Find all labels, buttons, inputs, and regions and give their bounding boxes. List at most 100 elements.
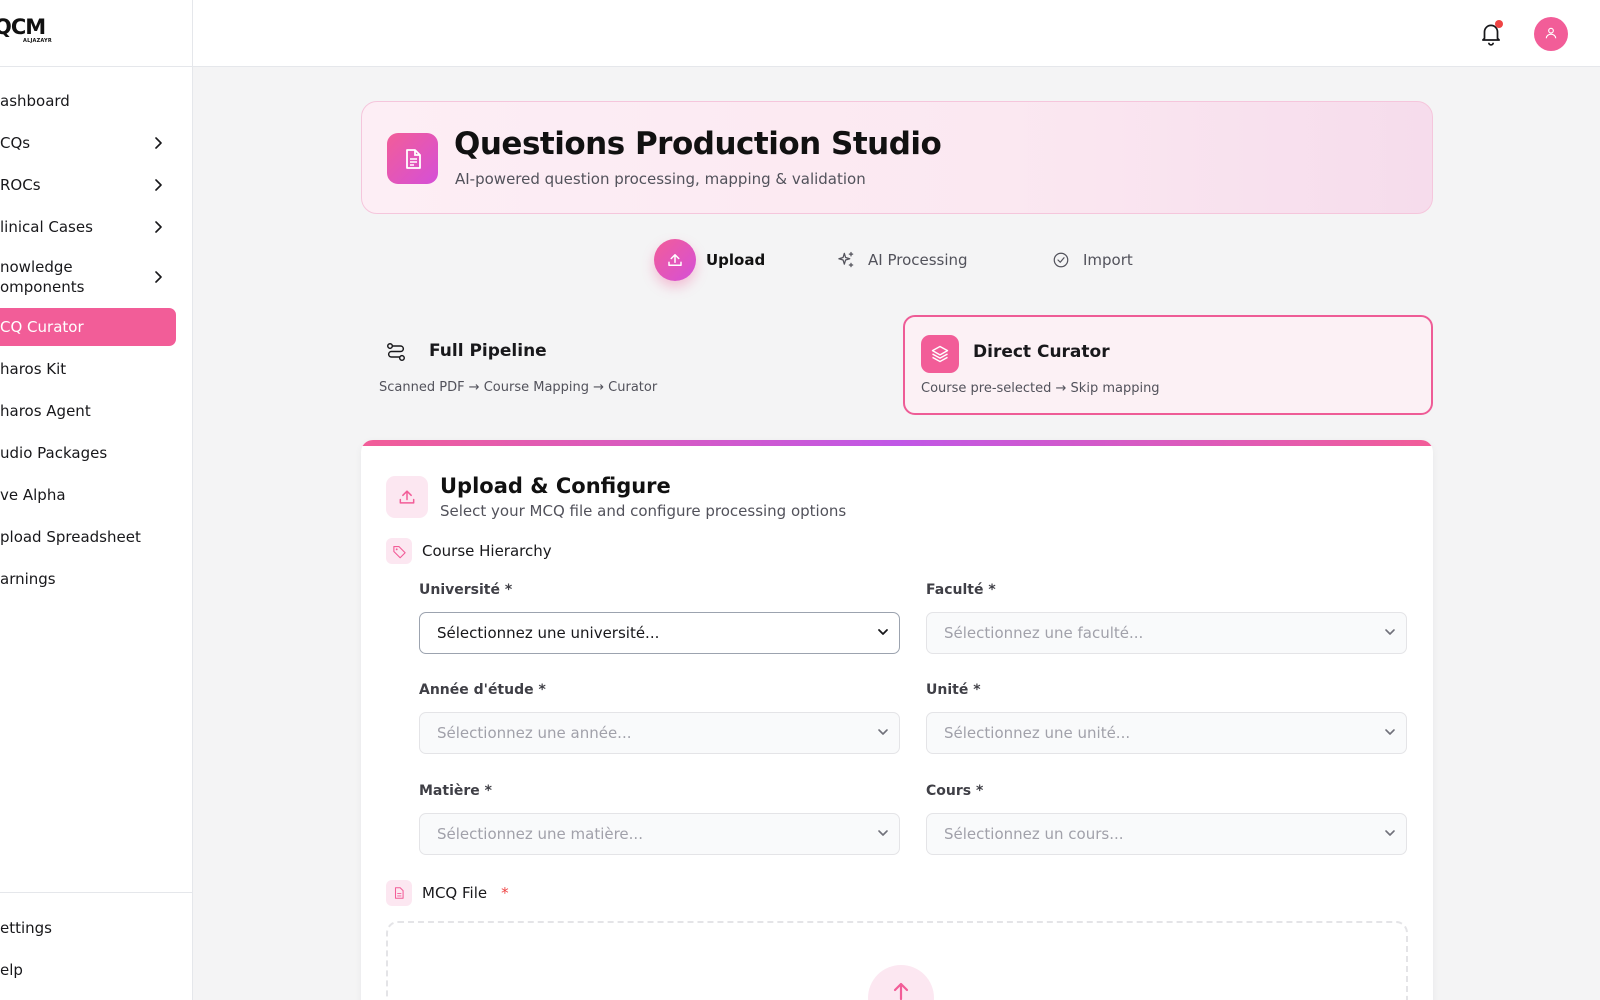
sidebar-item-label: haros Agent xyxy=(0,402,91,420)
unite-label: Unité * xyxy=(926,682,981,698)
notifications-button[interactable] xyxy=(1478,20,1504,46)
mode-description: Course pre-selected → Skip mapping xyxy=(921,381,1160,396)
sidebar-item-label: ROCs xyxy=(0,176,41,194)
sidebar: QCM ALJAZAYR ashboard CQs ROCs linical C… xyxy=(0,0,193,1000)
sidebar-item-label: ettings xyxy=(0,919,53,937)
chevron-down-icon xyxy=(877,724,889,742)
mode-full-pipeline[interactable]: Full Pipeline Scanned PDF → Course Mappi… xyxy=(361,315,885,415)
step-label: Import xyxy=(1083,251,1133,269)
sidebar-item-clinical-cases[interactable]: linical Cases xyxy=(0,208,176,246)
bell-icon xyxy=(1478,24,1504,50)
sidebar-item-help[interactable]: elp xyxy=(0,951,176,989)
faculte-select[interactable]: Sélectionnez une faculté... xyxy=(926,612,1407,654)
select-value: Sélectionnez une unité... xyxy=(944,724,1131,742)
sidebar-item-label: CQ Curator xyxy=(0,318,84,336)
annee-select[interactable]: Sélectionnez une année... xyxy=(419,712,900,754)
sidebar-item-label: linical Cases xyxy=(0,218,93,236)
check-circle-icon xyxy=(1049,248,1073,272)
sidebar-item-earnings[interactable]: arnings xyxy=(0,560,176,598)
logo-main: QCM xyxy=(0,15,46,39)
sidebar-item-live-alpha[interactable]: ve Alpha xyxy=(0,476,176,514)
sidebar-item-upload-spreadsheet[interactable]: pload Spreadsheet xyxy=(0,518,176,556)
section-label-text: MCQ File xyxy=(422,884,488,902)
chevron-down-icon xyxy=(877,624,889,642)
logo-sub: ALJAZAYR xyxy=(23,38,52,44)
chevron-down-icon xyxy=(877,825,889,843)
sidebar-nav: ashboard CQs ROCs linical Cases nowledge… xyxy=(0,82,192,602)
mode-title: Direct Curator xyxy=(973,342,1110,362)
sidebar-divider xyxy=(0,892,192,893)
cours-select[interactable]: Sélectionnez un cours... xyxy=(926,813,1407,855)
sparkles-icon xyxy=(834,248,858,272)
mode-direct-curator[interactable]: Direct Curator Course pre-selected → Ski… xyxy=(903,315,1433,415)
upload-icon xyxy=(654,239,696,281)
chevron-right-icon xyxy=(152,137,164,149)
matiere-select[interactable]: Sélectionnez une matière... xyxy=(419,813,900,855)
sidebar-item-settings[interactable]: ettings xyxy=(0,909,176,947)
sidebar-item-qrocs[interactable]: ROCs xyxy=(0,166,176,204)
chevron-right-icon xyxy=(152,179,164,191)
file-dropzone[interactable] xyxy=(386,921,1408,1000)
page-subtitle: AI-powered question processing, mapping … xyxy=(455,170,866,188)
mcq-file-label: MCQ File * xyxy=(386,880,509,906)
matiere-label: Matière * xyxy=(419,783,492,799)
select-value: Sélectionnez un cours... xyxy=(944,825,1124,843)
upload-file-button[interactable] xyxy=(868,965,934,1000)
mode-title: Full Pipeline xyxy=(429,341,547,361)
select-value: Sélectionnez une matière... xyxy=(437,825,643,843)
sidebar-item-dashboard[interactable]: ashboard xyxy=(0,82,176,120)
sidebar-item-label: nowledge omponents xyxy=(0,258,85,296)
sidebar-item-mcqs[interactable]: CQs xyxy=(0,124,176,162)
chevron-down-icon xyxy=(1384,825,1396,843)
sidebar-item-pharos-agent[interactable]: haros Agent xyxy=(0,392,176,430)
sidebar-item-label: pload Spreadsheet xyxy=(0,528,141,546)
workflow-icon xyxy=(377,333,415,371)
faculte-label: Faculté * xyxy=(926,582,996,598)
document-icon xyxy=(387,133,438,184)
section-title: Upload & Configure xyxy=(440,474,671,498)
required-marker: * xyxy=(501,884,509,902)
upload-configure-card: Upload & Configure Select your MCQ file … xyxy=(361,440,1433,1000)
sidebar-item-label: udio Packages xyxy=(0,444,108,462)
step-import[interactable]: Import xyxy=(1049,239,1133,281)
step-ai-processing[interactable]: AI Processing xyxy=(834,239,968,281)
unite-select[interactable]: Sélectionnez une unité... xyxy=(926,712,1407,754)
mode-description: Scanned PDF → Course Mapping → Curator xyxy=(379,380,658,395)
process-stepper: Upload AI Processing Import xyxy=(654,239,1174,281)
cours-label: Cours * xyxy=(926,783,984,799)
step-upload[interactable]: Upload xyxy=(654,239,765,281)
sidebar-item-label: ashboard xyxy=(0,92,70,110)
page-title: Questions Production Studio xyxy=(454,126,942,162)
step-label: Upload xyxy=(706,251,766,269)
sidebar-item-mcq-curator[interactable]: CQ Curator xyxy=(0,308,176,346)
sidebar-item-label: arnings xyxy=(0,570,56,588)
sidebar-item-audio-packages[interactable]: udio Packages xyxy=(0,434,176,472)
universite-label: Université * xyxy=(419,582,513,598)
select-value: Sélectionnez une année... xyxy=(437,724,632,742)
sidebar-item-label: CQs xyxy=(0,134,31,152)
sidebar-item-pharos-kit[interactable]: haros Kit xyxy=(0,350,176,388)
notification-dot xyxy=(1495,20,1503,28)
course-hierarchy-label: Course Hierarchy xyxy=(386,538,552,564)
user-avatar-button[interactable] xyxy=(1534,17,1568,51)
sidebar-bottom-nav: ettings elp xyxy=(0,909,192,993)
arrow-up-icon xyxy=(889,979,913,1000)
card-accent-bar xyxy=(361,440,1433,446)
sidebar-item-label: elp xyxy=(0,961,23,979)
sidebar-item-label: ve Alpha xyxy=(0,486,66,504)
layers-icon xyxy=(921,335,959,373)
section-subtitle: Select your MCQ file and configure proce… xyxy=(440,502,847,520)
chevron-right-icon xyxy=(152,271,164,283)
sidebar-item-knowledge-components[interactable]: nowledge omponents xyxy=(0,250,176,304)
section-label-text: Course Hierarchy xyxy=(422,542,552,560)
user-icon xyxy=(1544,25,1558,44)
select-value: Sélectionnez une université... xyxy=(437,624,660,642)
top-bar xyxy=(193,0,1600,67)
chevron-down-icon xyxy=(1384,624,1396,642)
step-label: AI Processing xyxy=(868,251,968,269)
universite-select[interactable]: Sélectionnez une université... xyxy=(419,612,900,654)
app-logo[interactable]: QCM ALJAZAYR xyxy=(0,16,54,50)
annee-label: Année d'étude * xyxy=(419,682,546,698)
select-value: Sélectionnez une faculté... xyxy=(944,624,1144,642)
file-icon xyxy=(386,880,412,906)
